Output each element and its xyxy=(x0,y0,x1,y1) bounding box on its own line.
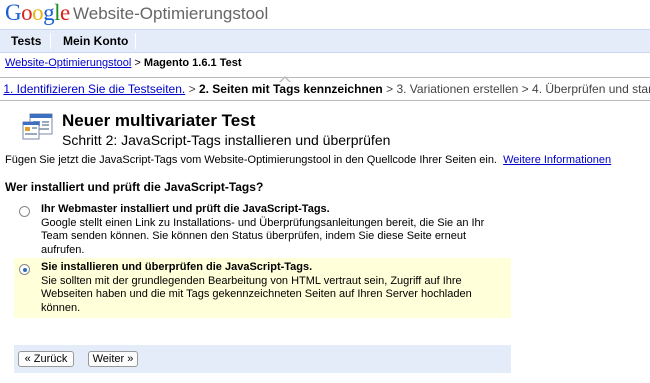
option-description: Sie sollten mit der grundlegenden Bearbe… xyxy=(41,274,472,314)
next-button[interactable]: Weiter » xyxy=(88,351,138,367)
installer-question: Wer installiert und prüft die JavaScript… xyxy=(5,180,264,194)
tab-divider xyxy=(50,33,51,49)
step-progress-bar: 1. Identifizieren Sie die Testseiten. > … xyxy=(0,77,650,101)
tab-mein-konto[interactable]: Mein Konto xyxy=(63,30,128,52)
tab-tests[interactable]: Tests xyxy=(11,30,41,52)
tab-divider xyxy=(135,33,136,49)
tab-bar: Tests Mein Konto xyxy=(0,29,650,53)
logo-letter-e: e xyxy=(60,0,70,25)
step-arrow: > xyxy=(521,82,529,96)
logo-letter-o1: o xyxy=(21,0,33,25)
current-step-notch-fill xyxy=(280,78,290,83)
intro-sentence: Fügen Sie jetzt die JavaScript-Tags vom … xyxy=(5,154,497,166)
step-2-current: 2. Seiten mit Tags kennzeichnen xyxy=(198,82,383,96)
logo-letter-g1: G xyxy=(5,0,22,25)
step-1-link[interactable]: 1. Identifizieren Sie die Testseiten. xyxy=(3,82,185,96)
footer-button-bar: « Zurück Weiter » xyxy=(14,345,511,373)
breadcrumb-link-tool[interactable]: Website-Optimierungstool xyxy=(5,57,131,69)
option-description: Google stellt einen Link zu Installation… xyxy=(41,216,485,256)
option-title: Sie installieren und überprüfen die Java… xyxy=(41,261,313,273)
breadcrumb: Website-Optimierungstool > Magento 1.6.1… xyxy=(5,56,242,70)
option-title: Ihr Webmaster installiert und prüft die … xyxy=(41,203,330,215)
header: Google Website-Optimierungstool xyxy=(0,0,650,26)
more-info-link[interactable]: Weitere Informationen xyxy=(503,154,611,166)
page-subtitle: Schritt 2: JavaScript-Tags installieren … xyxy=(62,132,391,148)
option-webmaster[interactable]: Ihr Webmaster installiert und prüft die … xyxy=(14,201,511,257)
intro-text: Fügen Sie jetzt die JavaScript-Tags vom … xyxy=(5,153,611,167)
google-logo: Google xyxy=(5,0,70,26)
radio-self-install[interactable] xyxy=(19,264,30,275)
logo-letter-o2: o xyxy=(32,0,44,25)
app-title: Website-Optimierungstool xyxy=(73,4,269,23)
step-3: 3. Variationen erstellen xyxy=(396,82,519,96)
breadcrumb-separator: > xyxy=(131,57,144,69)
multivariate-test-document-icon xyxy=(22,113,53,140)
radio-webmaster[interactable] xyxy=(19,206,30,217)
option-text: Sie installieren und überprüfen die Java… xyxy=(41,261,509,315)
back-button[interactable]: « Zurück xyxy=(18,351,74,367)
breadcrumb-current: Magento 1.6.1 Test xyxy=(143,57,242,69)
step-arrow: > xyxy=(386,82,394,96)
logo-letter-g2: g xyxy=(43,0,55,25)
option-text: Ihr Webmaster installiert und prüft die … xyxy=(41,203,509,257)
option-self-install[interactable]: Sie installieren und überprüfen die Java… xyxy=(14,258,511,318)
page-title: Neuer multivariater Test xyxy=(62,111,256,130)
step-arrow: > xyxy=(188,82,196,96)
step-4: 4. Überprüfen und starten xyxy=(532,82,650,96)
